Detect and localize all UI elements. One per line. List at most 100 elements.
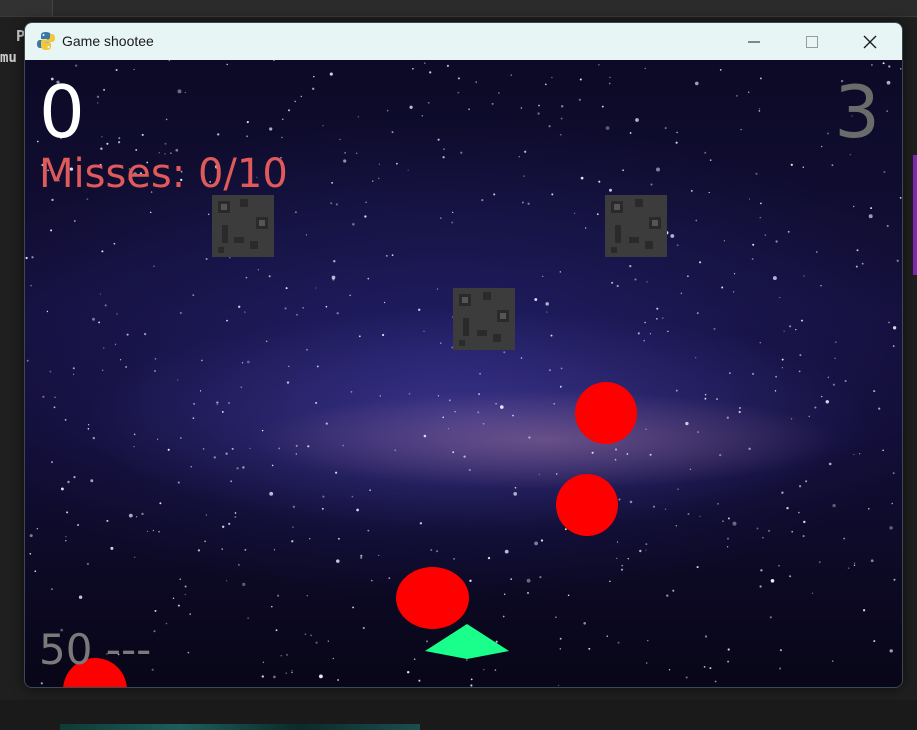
- star: [704, 635, 708, 638]
- star: [151, 668, 154, 671]
- maximize-button[interactable]: [783, 23, 841, 60]
- ammo-counter: 50 ---: [39, 625, 152, 674]
- star: [609, 188, 612, 192]
- star: [104, 304, 107, 307]
- star: [704, 151, 707, 154]
- star: [292, 505, 296, 508]
- star: [645, 543, 648, 546]
- star: [26, 359, 29, 362]
- star: [601, 105, 604, 108]
- star: [893, 578, 896, 581]
- star: [738, 407, 741, 409]
- close-button[interactable]: [841, 23, 899, 60]
- star: [349, 294, 351, 296]
- obstacle-block: [453, 288, 515, 350]
- star: [269, 491, 274, 496]
- star: [331, 275, 336, 280]
- star: [50, 588, 53, 591]
- star: [238, 305, 241, 308]
- star: [764, 234, 767, 236]
- star: [676, 244, 679, 247]
- star: [579, 78, 582, 81]
- star: [268, 275, 271, 278]
- star: [580, 176, 584, 180]
- star: [635, 118, 639, 122]
- star: [789, 325, 792, 328]
- star: [781, 358, 784, 361]
- star: [799, 354, 802, 357]
- star: [526, 578, 531, 583]
- star: [103, 88, 106, 91]
- background-app-tab: [0, 0, 53, 16]
- star: [656, 307, 659, 310]
- star: [187, 651, 190, 654]
- star: [704, 393, 707, 396]
- star: [639, 549, 642, 553]
- star: [199, 390, 202, 392]
- star: [540, 539, 544, 542]
- star: [101, 135, 103, 138]
- star: [888, 65, 891, 68]
- star: [296, 314, 298, 316]
- star: [96, 95, 100, 98]
- title-bar[interactable]: Game shootee: [25, 23, 902, 60]
- star: [629, 132, 632, 134]
- star: [418, 679, 421, 682]
- star: [629, 264, 632, 268]
- star: [616, 541, 619, 543]
- game-window: Game shootee 0 3 Misses: 0/10 50 ---: [24, 22, 903, 688]
- star: [559, 637, 562, 640]
- star: [306, 348, 308, 351]
- star: [40, 682, 43, 685]
- star: [440, 217, 442, 219]
- star: [437, 395, 440, 397]
- star: [437, 138, 440, 141]
- minimize-icon: [748, 41, 760, 42]
- star: [242, 582, 246, 587]
- star: [77, 524, 80, 526]
- star: [447, 428, 450, 430]
- star: [46, 310, 49, 313]
- star: [408, 392, 411, 395]
- star: [257, 269, 260, 271]
- star: [811, 592, 814, 594]
- star: [606, 635, 609, 637]
- star: [423, 330, 425, 333]
- star: [356, 508, 359, 512]
- star: [557, 684, 560, 687]
- star: [856, 249, 859, 252]
- star: [736, 95, 738, 97]
- star: [470, 678, 473, 681]
- star: [828, 462, 832, 466]
- star: [534, 541, 539, 546]
- star: [567, 594, 570, 597]
- minimize-button[interactable]: [725, 23, 783, 60]
- star: [350, 391, 353, 393]
- star: [868, 214, 873, 219]
- star: [675, 141, 678, 144]
- star: [645, 549, 647, 551]
- star: [468, 108, 471, 111]
- star: [779, 667, 782, 670]
- star: [413, 658, 416, 661]
- star: [180, 312, 182, 314]
- star: [656, 318, 658, 320]
- star: [687, 512, 690, 516]
- star: [288, 365, 290, 368]
- star: [900, 68, 902, 70]
- star: [382, 333, 385, 337]
- player-ship[interactable]: [423, 622, 513, 662]
- star: [760, 202, 762, 205]
- star: [798, 370, 801, 373]
- game-canvas[interactable]: 0 3 Misses: 0/10 50 ---: [25, 60, 902, 687]
- star: [362, 626, 365, 630]
- star: [67, 480, 70, 484]
- star: [451, 221, 454, 224]
- star: [695, 219, 698, 222]
- python-snake-icon: [37, 32, 55, 50]
- star: [544, 83, 547, 86]
- star: [494, 669, 497, 671]
- star: [396, 162, 398, 165]
- star: [696, 312, 699, 315]
- star: [419, 522, 423, 525]
